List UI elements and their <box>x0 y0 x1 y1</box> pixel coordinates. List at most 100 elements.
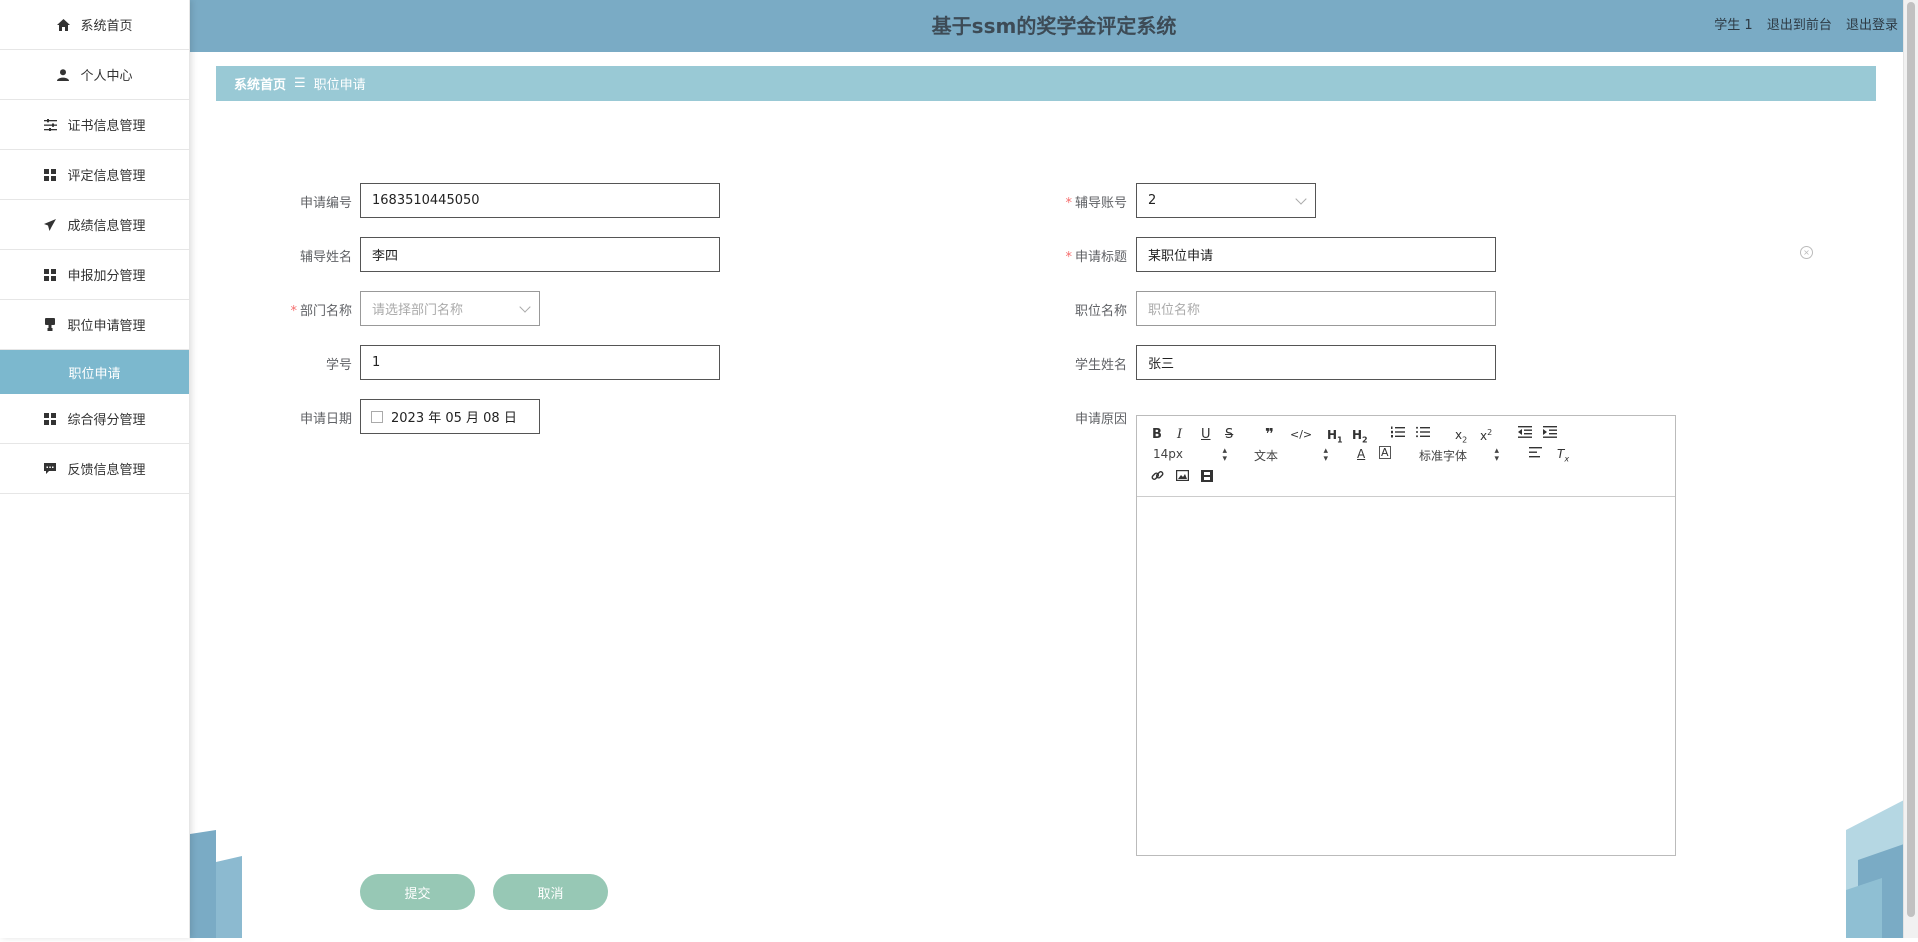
chat-icon <box>43 462 57 476</box>
editor-toolbar: B I U S ❞ </> H1 H2 x2 x2 14px ▴ ▾ 文本 ▴ ▾ … <box>1137 416 1675 497</box>
underline-icon[interactable]: U <box>1201 427 1211 443</box>
student-no-value: 1 <box>372 355 381 370</box>
tutor-account-value: 2 <box>1148 193 1157 208</box>
h1-icon[interactable]: H1 <box>1327 427 1343 448</box>
sidebar-item-feedback[interactable]: 反馈信息管理 <box>0 444 189 494</box>
header-links: 学生 1 退出到前台 退出登录 <box>1704 0 1898 52</box>
code-block-icon[interactable]: </> <box>1290 427 1312 443</box>
sidebar-item-home[interactable]: 系统首页 <box>0 0 189 50</box>
sidebar-item-certificate[interactable]: 证书信息管理 <box>0 100 189 150</box>
student-name-field[interactable]: 张三 <box>1136 345 1496 380</box>
stamp-icon <box>43 318 57 332</box>
strike-icon[interactable]: S <box>1225 427 1233 443</box>
apply-no-label: 申请编号 <box>299 196 352 211</box>
department-label: * 部门名称 <box>290 304 352 319</box>
tutor-name-value: 李四 <box>372 249 399 264</box>
sidebar-item-label: 系统首页 <box>80 19 133 34</box>
sliders-icon <box>43 118 57 132</box>
grid-icon <box>43 268 57 282</box>
bullet-list-icon[interactable] <box>1416 426 1430 443</box>
image-icon[interactable] <box>1176 470 1190 486</box>
cancel-button[interactable]: 取消 <box>493 874 608 910</box>
select-arrows-icon: ▴ ▾ <box>1222 446 1227 464</box>
subscript-icon[interactable]: x2 <box>1455 427 1467 448</box>
sidebar-item-position-apply[interactable]: 职位申请管理 <box>0 300 189 350</box>
position-placeholder: 职位名称 <box>1148 303 1201 318</box>
sidebar-item-label: 评定信息管理 <box>67 169 146 184</box>
current-user: 学生 1 <box>1714 18 1753 33</box>
apply-title-value: 某职位申请 <box>1148 249 1214 264</box>
font-family-value: 标准字体 <box>1419 449 1468 463</box>
chevron-down-icon <box>1295 193 1307 205</box>
sidebar-item-grades[interactable]: 成绩信息管理 <box>0 200 189 250</box>
student-name-value: 张三 <box>1148 357 1175 372</box>
ordered-list-icon[interactable] <box>1391 426 1405 443</box>
tutor-account-select[interactable]: 2 <box>1136 183 1316 218</box>
apply-no-value: 1683510445050 <box>372 193 480 208</box>
outdent-icon[interactable] <box>1518 426 1532 443</box>
chevron-down-icon <box>519 301 531 313</box>
apply-title-field[interactable]: 某职位申请 <box>1136 237 1496 272</box>
select-arrows-icon: ▴ ▾ <box>1323 446 1328 464</box>
clear-icon[interactable]: × <box>1800 246 1813 259</box>
sidebar-item-label: 成绩信息管理 <box>67 219 146 234</box>
app-title: 基于ssm的奖学金评定系统 <box>931 14 1177 38</box>
video-icon[interactable] <box>1201 470 1213 487</box>
font-family-select[interactable]: 标准字体 ▴ ▾ <box>1419 447 1499 464</box>
scrollbar-thumb[interactable] <box>1907 2 1915 917</box>
sidebar-item-overall-score[interactable]: 综合得分管理 <box>0 394 189 444</box>
student-no-field[interactable]: 1 <box>360 345 720 380</box>
student-name-label: 学生姓名 <box>1074 358 1127 373</box>
blockquote-icon[interactable]: ❞ <box>1265 426 1274 442</box>
top-header: 基于ssm的奖学金评定系统 学生 1 退出到前台 退出登录 <box>190 0 1918 52</box>
department-placeholder: 请选择部门名称 <box>372 303 464 318</box>
header-select-value: 文本 <box>1254 449 1279 463</box>
italic-icon[interactable]: I <box>1177 427 1182 443</box>
sidebar-item-evaluation[interactable]: 评定信息管理 <box>0 150 189 200</box>
calendar-icon <box>371 410 383 423</box>
header-select[interactable]: 文本 ▴ ▾ <box>1254 447 1328 464</box>
decoration-left <box>190 830 250 938</box>
clear-format-icon[interactable]: Tx <box>1557 446 1569 467</box>
apply-date-value: 2023 年 05 月 08 日 <box>391 411 517 426</box>
sidebar-subitem-position-apply[interactable]: 职位申请 <box>0 350 189 394</box>
superscript-icon[interactable]: x2 <box>1480 425 1492 444</box>
back-to-frontend-link[interactable]: 退出到前台 <box>1767 18 1832 33</box>
apply-title-label: * 申请标题 <box>1065 250 1127 265</box>
submit-button[interactable]: 提交 <box>360 874 475 910</box>
align-icon[interactable] <box>1529 447 1542 463</box>
sidebar-item-bonus[interactable]: 申报加分管理 <box>0 250 189 300</box>
cancel-button-label: 取消 <box>537 886 564 902</box>
sidebar-subitem-label: 职位申请 <box>68 366 121 382</box>
apply-date-picker[interactable]: 2023 年 05 月 08 日 <box>360 399 540 434</box>
sidebar-item-personal[interactable]: 个人中心 <box>0 50 189 100</box>
home-icon <box>56 18 70 32</box>
sidebar-item-label: 个人中心 <box>80 69 133 84</box>
grid-icon <box>43 168 57 182</box>
sidebar-item-label: 反馈信息管理 <box>67 463 146 478</box>
user-icon <box>56 68 70 82</box>
position-field[interactable]: 职位名称 <box>1136 291 1496 326</box>
apply-no-field[interactable]: 1683510445050 <box>360 183 720 218</box>
send-icon <box>43 218 57 232</box>
apply-date-label: 申请日期 <box>299 412 352 427</box>
tutor-name-field[interactable]: 李四 <box>360 237 720 272</box>
background-color-icon[interactable]: A <box>1379 446 1391 459</box>
logout-link[interactable]: 退出登录 <box>1846 18 1898 33</box>
editor-content[interactable] <box>1137 497 1675 855</box>
reason-label: 申请原因 <box>1074 412 1127 427</box>
indent-icon[interactable] <box>1543 426 1557 443</box>
student-no-label: 学号 <box>325 358 352 373</box>
font-size-select[interactable]: 14px ▴ ▾ <box>1153 446 1227 464</box>
decoration-right <box>1846 800 1904 938</box>
sidebar: 系统首页 个人中心 证书信息管理 评定信息管理 成绩信息管理 申报加分管理 职位… <box>0 0 190 938</box>
breadcrumb-current: 职位申请 <box>313 78 366 93</box>
link-icon[interactable] <box>1151 469 1164 487</box>
sidebar-item-label: 申报加分管理 <box>67 269 146 284</box>
bold-icon[interactable]: B <box>1152 427 1162 443</box>
department-select[interactable]: 请选择部门名称 <box>360 291 540 326</box>
page-scrollbar[interactable] <box>1903 0 1918 938</box>
font-color-icon[interactable]: A <box>1357 446 1365 462</box>
breadcrumb-home[interactable]: 系统首页 <box>234 74 286 93</box>
submit-button-label: 提交 <box>404 886 431 902</box>
